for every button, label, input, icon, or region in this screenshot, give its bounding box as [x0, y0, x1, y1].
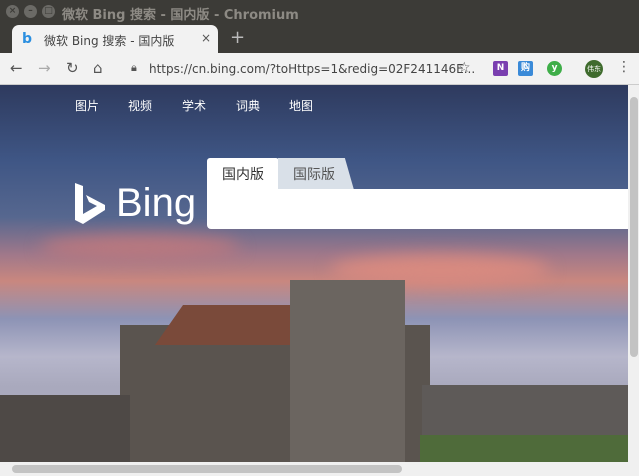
- nav-videos[interactable]: 视频: [128, 97, 152, 114]
- nav-images[interactable]: 图片: [75, 97, 99, 114]
- forward-button[interactable]: →: [38, 59, 51, 77]
- nav-dictionary[interactable]: 词典: [236, 97, 260, 114]
- search-input[interactable]: [207, 189, 628, 229]
- bing-favicon-icon: b: [22, 31, 33, 47]
- window-titlebar: × – □ 微软 Bing 搜索 - 国内版 - Chromium: [0, 0, 639, 24]
- nav-maps[interactable]: 地图: [289, 97, 313, 114]
- background-roof: [155, 305, 295, 345]
- tab-title: 微软 Bing 搜索 - 国内版: [44, 34, 175, 48]
- lock-icon: 🔒︎: [131, 61, 137, 74]
- vertical-scrollbar[interactable]: [628, 85, 639, 462]
- back-button[interactable]: ←: [10, 59, 23, 77]
- tab-domestic[interactable]: 国内版: [207, 158, 279, 190]
- profile-avatar[interactable]: 伟东: [585, 60, 603, 78]
- bing-logo-icon: [75, 183, 105, 224]
- tab-international[interactable]: 国际版: [278, 158, 354, 190]
- nav-academic[interactable]: 学术: [182, 97, 206, 114]
- scrollbar-thumb[interactable]: [12, 465, 402, 473]
- browser-toolbar: ← → ↻ ⌂ 🔒︎ https://cn.bing.com/?toHttps=…: [0, 53, 639, 85]
- bookmark-star-icon[interactable]: ☆: [458, 60, 471, 76]
- background-grass: [420, 435, 628, 462]
- tab-close-icon[interactable]: ×: [201, 31, 211, 45]
- bing-homepage: 图片 视频 学术 词典 地图 Bing 国内版 国际版: [0, 85, 628, 462]
- reload-button[interactable]: ↻: [66, 59, 79, 77]
- background-cloud: [40, 235, 240, 260]
- scrollbar-thumb[interactable]: [630, 97, 638, 357]
- bing-logo-text: Bing: [116, 181, 197, 225]
- address-bar[interactable]: 🔒︎ https://cn.bing.com/?toHttps=1&redig=…: [124, 56, 484, 82]
- new-tab-button[interactable]: +: [230, 27, 245, 48]
- green-extension-icon[interactable]: y: [547, 61, 562, 76]
- background-shed: [0, 395, 130, 462]
- shopping-extension-icon[interactable]: 购: [518, 61, 533, 76]
- menu-icon[interactable]: ⋮: [617, 59, 631, 75]
- maximize-window-button[interactable]: □: [42, 5, 55, 18]
- window-title: 微软 Bing 搜索 - 国内版 - Chromium: [62, 8, 299, 23]
- browser-tab[interactable]: b 微软 Bing 搜索 - 国内版 ×: [12, 25, 218, 54]
- url-text: https://cn.bing.com/?toHttps=1&redig=02F…: [149, 62, 476, 76]
- close-window-button[interactable]: ×: [6, 5, 19, 18]
- home-button[interactable]: ⌂: [93, 59, 103, 77]
- minimize-window-button[interactable]: –: [24, 5, 37, 18]
- background-building: [290, 280, 405, 462]
- onenote-extension-icon[interactable]: N: [493, 61, 508, 76]
- horizontal-scrollbar[interactable]: [0, 462, 639, 476]
